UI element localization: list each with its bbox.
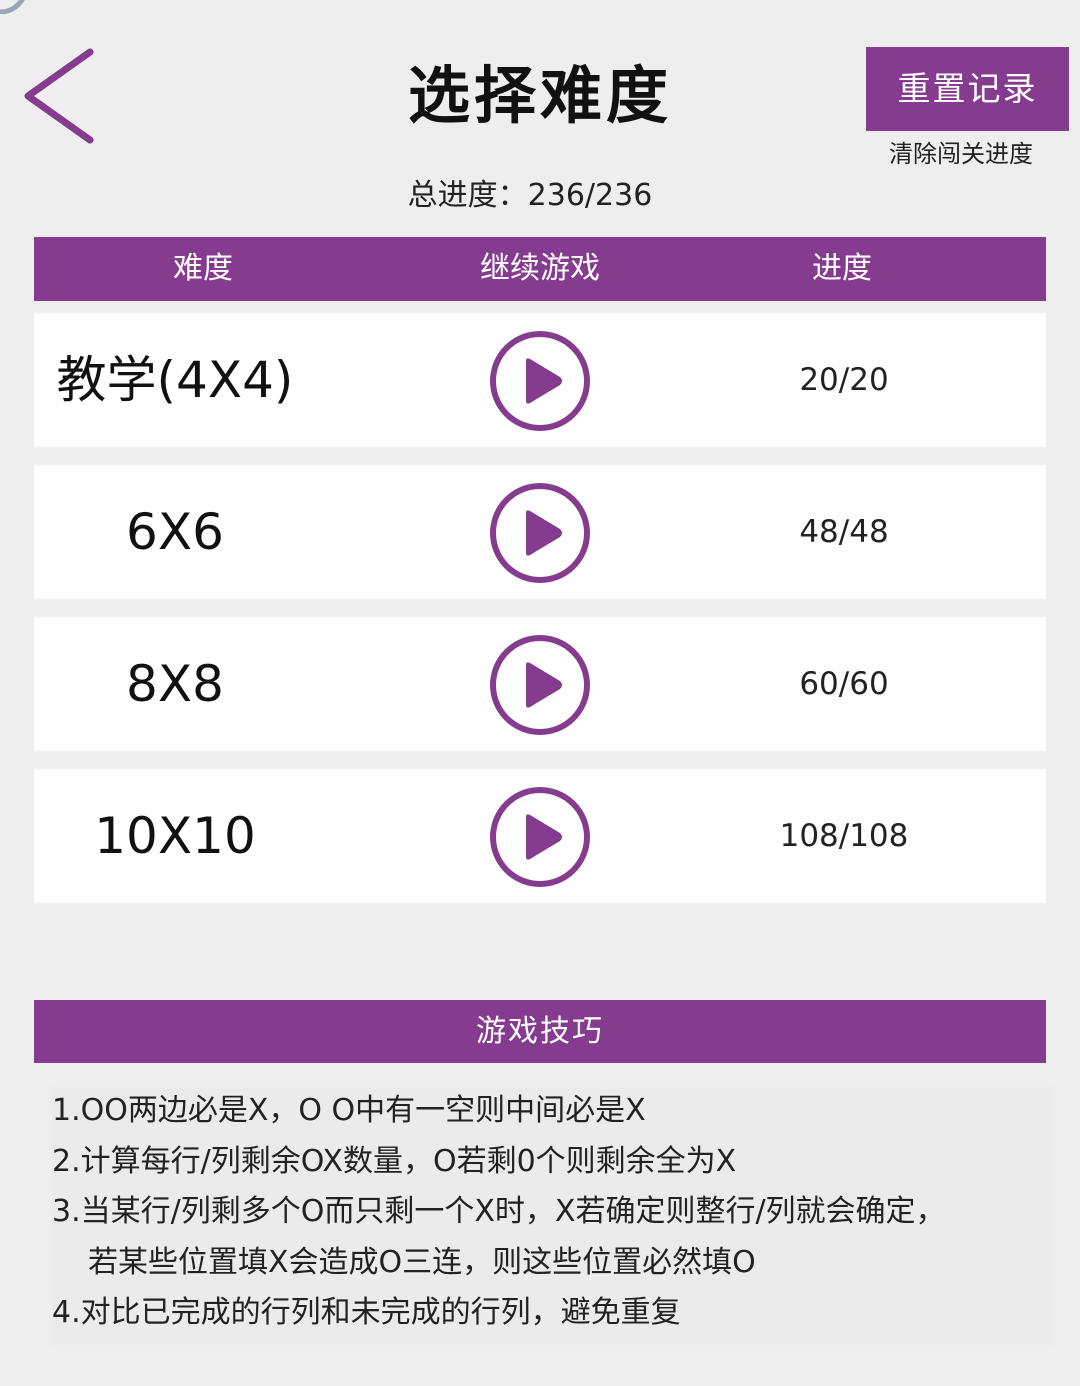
tips-header: 游戏技巧 bbox=[34, 1000, 1046, 1063]
column-header-progress: 进度 bbox=[812, 251, 872, 286]
corner-icon-fragment bbox=[0, 0, 36, 15]
tip-line: 1.OO两边必是X，O O中有一空则中间必是X bbox=[52, 1093, 646, 1128]
play-circle-icon bbox=[490, 635, 590, 735]
reset-record-button[interactable]: 重置记录 bbox=[866, 47, 1069, 131]
level-name: 10X10 bbox=[94, 807, 256, 865]
level-row-10x10: 10X10 108/108 bbox=[34, 769, 1046, 903]
tip-line: 2.计算每行/列剩余OX数量，O若剩0个则剩余全为X bbox=[52, 1143, 737, 1179]
level-name: 教学(4X4) bbox=[56, 351, 294, 409]
level-table-header: 难度 继续游戏 进度 bbox=[34, 237, 1046, 301]
play-circle-icon bbox=[490, 483, 590, 583]
play-button-8x8[interactable] bbox=[488, 633, 592, 737]
play-button-10x10[interactable] bbox=[488, 785, 592, 889]
level-name: 8X8 bbox=[126, 655, 224, 713]
level-progress: 60/60 bbox=[799, 666, 889, 702]
level-progress: 20/20 bbox=[799, 362, 889, 398]
tip-line: 若某些位置填X会造成O三连，则这些位置必然填O bbox=[88, 1244, 756, 1280]
play-button-6x6[interactable] bbox=[488, 481, 592, 585]
play-button-4x4[interactable] bbox=[488, 329, 592, 433]
back-button[interactable] bbox=[14, 42, 104, 150]
reset-hint-text: 清除闯关进度 bbox=[889, 140, 1033, 168]
column-header-level: 难度 bbox=[173, 251, 233, 286]
tip-line: 3.当某行/列剩多个O而只剩一个X时，X若确定则整行/列就会确定， bbox=[52, 1194, 946, 1229]
level-row-6x6: 6X6 48/48 bbox=[34, 465, 1046, 599]
tip-line: 4.对比已完成的行列和未完成的行列，避免重复 bbox=[52, 1295, 681, 1330]
level-progress: 108/108 bbox=[779, 818, 909, 854]
level-name: 6X6 bbox=[126, 503, 224, 561]
level-progress: 48/48 bbox=[799, 514, 889, 550]
play-circle-icon bbox=[490, 331, 590, 431]
page-title: 选择难度 bbox=[407, 59, 672, 132]
total-progress: 总进度：236/236 bbox=[407, 178, 653, 213]
level-row-4x4: 教学(4X4) 20/20 bbox=[34, 313, 1046, 447]
tips-body: 1.OO两边必是X，O O中有一空则中间必是X 2.计算每行/列剩余OX数量，O… bbox=[52, 1086, 1052, 1346]
play-circle-icon bbox=[490, 787, 590, 887]
level-row-8x8: 8X8 60/60 bbox=[34, 617, 1046, 751]
chevron-left-icon bbox=[24, 48, 94, 144]
column-header-continue: 继续游戏 bbox=[480, 251, 600, 286]
